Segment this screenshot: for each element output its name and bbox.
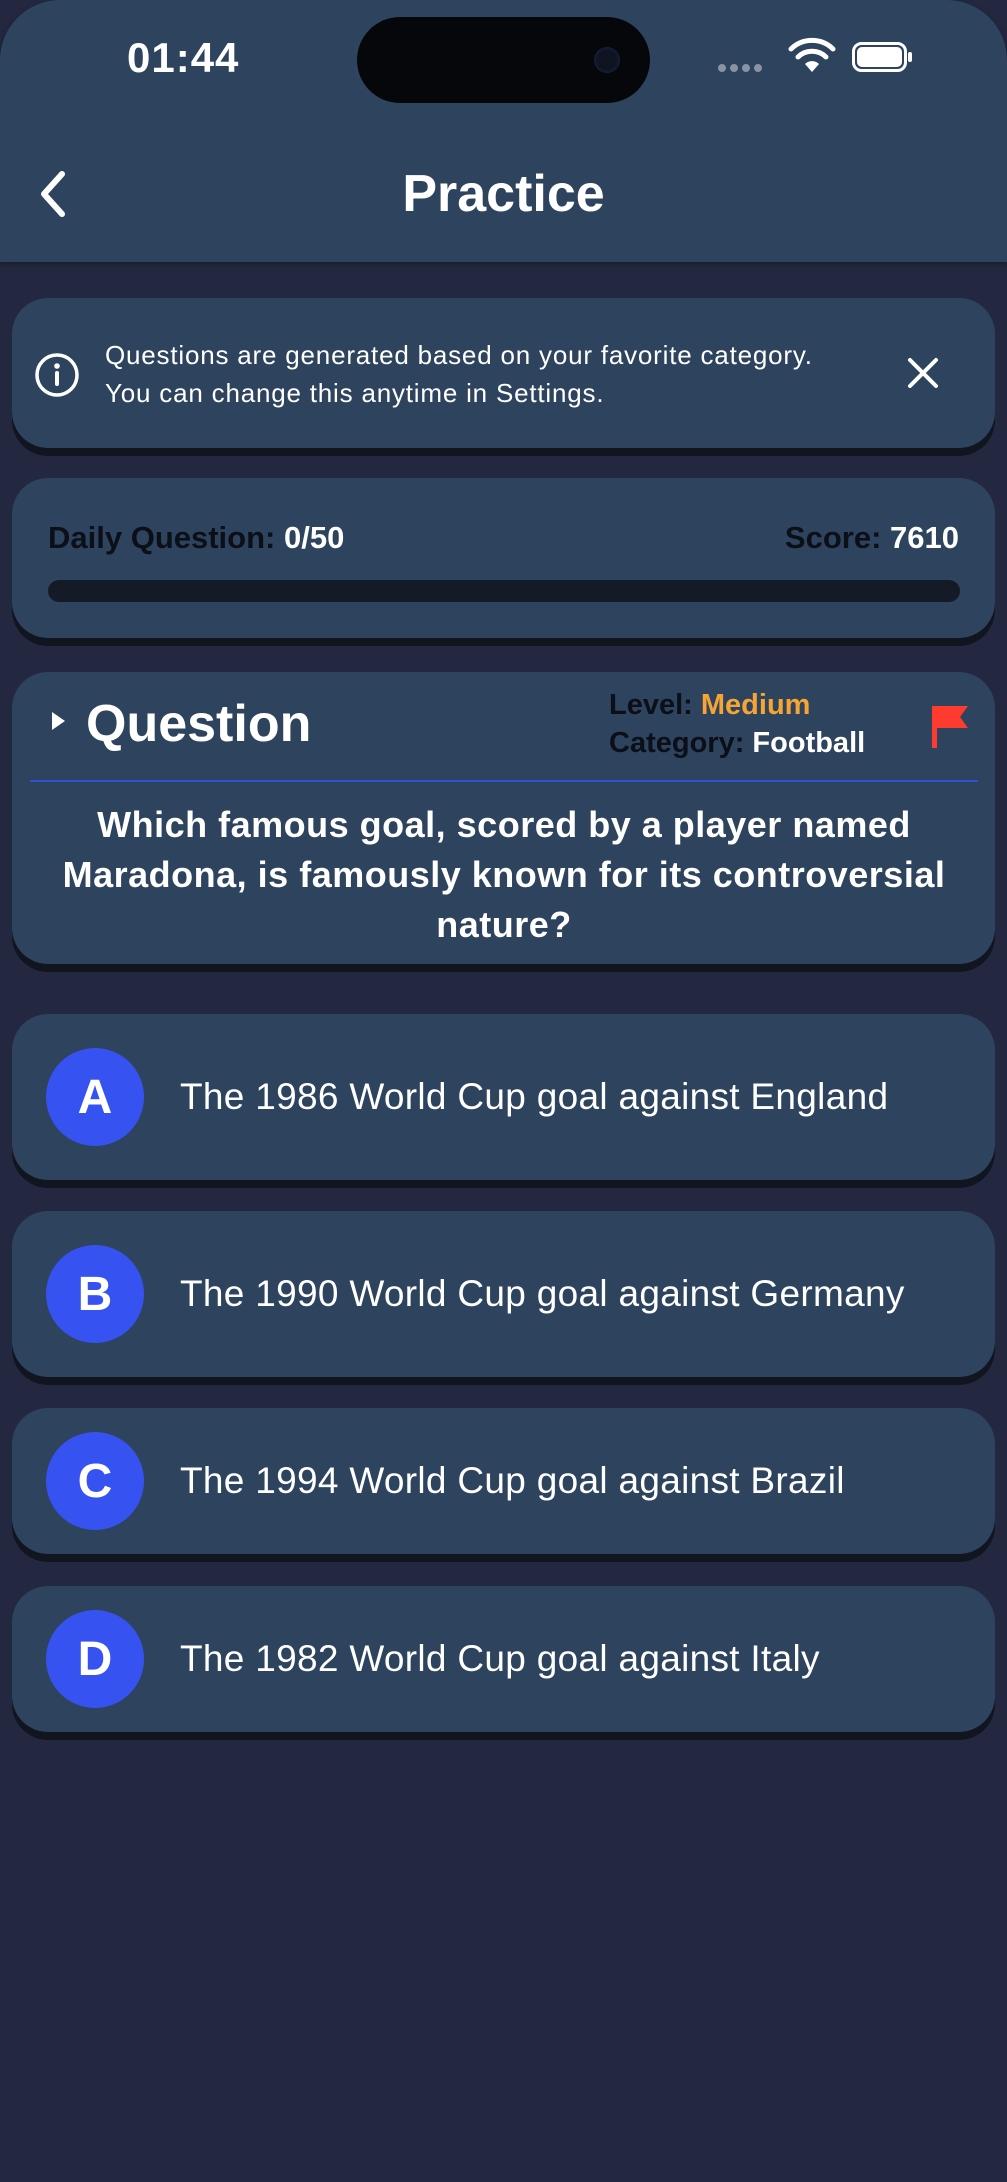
answer-option-d[interactable]: D The 1982 World Cup goal against Italy: [12, 1586, 995, 1732]
question-text: Which famous goal, scored by a player na…: [62, 804, 946, 945]
level-value: Medium: [700, 689, 811, 721]
expand-caret-icon[interactable]: [52, 712, 65, 730]
cellular-signal-icon: [718, 64, 762, 72]
category-label: Category:: [609, 727, 745, 759]
progress-card: Daily Question: 0/50 Score: 7610: [12, 478, 995, 638]
daily-question-label: Daily Question:: [48, 520, 276, 555]
answer-option-a[interactable]: A The 1986 World Cup goal against Englan…: [12, 1014, 995, 1180]
category-value: Football: [752, 727, 866, 759]
answer-text: The 1982 World Cup goal against Italy: [180, 1638, 820, 1679]
info-banner-text: Questions are generated based on your fa…: [105, 340, 813, 408]
level-row: Level: Medium: [609, 686, 865, 724]
question-heading: Question: [86, 695, 312, 753]
close-icon[interactable]: [900, 350, 946, 396]
answer-text: The 1994 World Cup goal against Brazil: [180, 1460, 845, 1501]
dynamic-island: [357, 17, 650, 103]
answer-text: The 1986 World Cup goal against England: [180, 1076, 889, 1117]
answer-text: The 1990 World Cup goal against Germany: [180, 1273, 905, 1314]
battery-icon: [852, 42, 912, 72]
daily-question-value: 0/50: [284, 520, 345, 555]
wifi-icon: [788, 37, 836, 72]
answer-letter-badge: A: [46, 1048, 144, 1146]
score-label: Score:: [784, 520, 882, 555]
daily-question-counter: Daily Question: 0/50: [48, 520, 344, 556]
practice-screen: 01:44 Practice Questions are generated b…: [0, 0, 1007, 2182]
report-flag-icon[interactable]: [930, 702, 972, 750]
level-label: Level:: [609, 689, 693, 721]
score-value: 7610: [890, 520, 959, 555]
info-banner: Questions are generated based on your fa…: [12, 298, 995, 448]
score-counter: Score: 7610: [785, 520, 959, 556]
daily-progress-bar: [48, 580, 960, 602]
answer-letter-badge: D: [46, 1610, 144, 1708]
top-bar: 01:44 Practice: [0, 0, 1007, 262]
answer-option-c[interactable]: C The 1994 World Cup goal against Brazil: [12, 1408, 995, 1554]
category-row: Category: Football: [609, 724, 865, 762]
question-meta: Level: Medium Category: Football: [609, 686, 865, 762]
page-title: Practice: [402, 165, 605, 223]
question-card: Question Level: Medium Category: Footbal…: [12, 672, 995, 964]
question-divider: [30, 780, 978, 782]
answer-option-b[interactable]: B The 1990 World Cup goal against German…: [12, 1211, 995, 1377]
answer-letter-badge: B: [46, 1245, 144, 1343]
answer-letter-badge: C: [46, 1432, 144, 1530]
camera-icon: [594, 47, 620, 73]
status-time: 01:44: [127, 34, 240, 81]
info-icon: [35, 353, 79, 397]
